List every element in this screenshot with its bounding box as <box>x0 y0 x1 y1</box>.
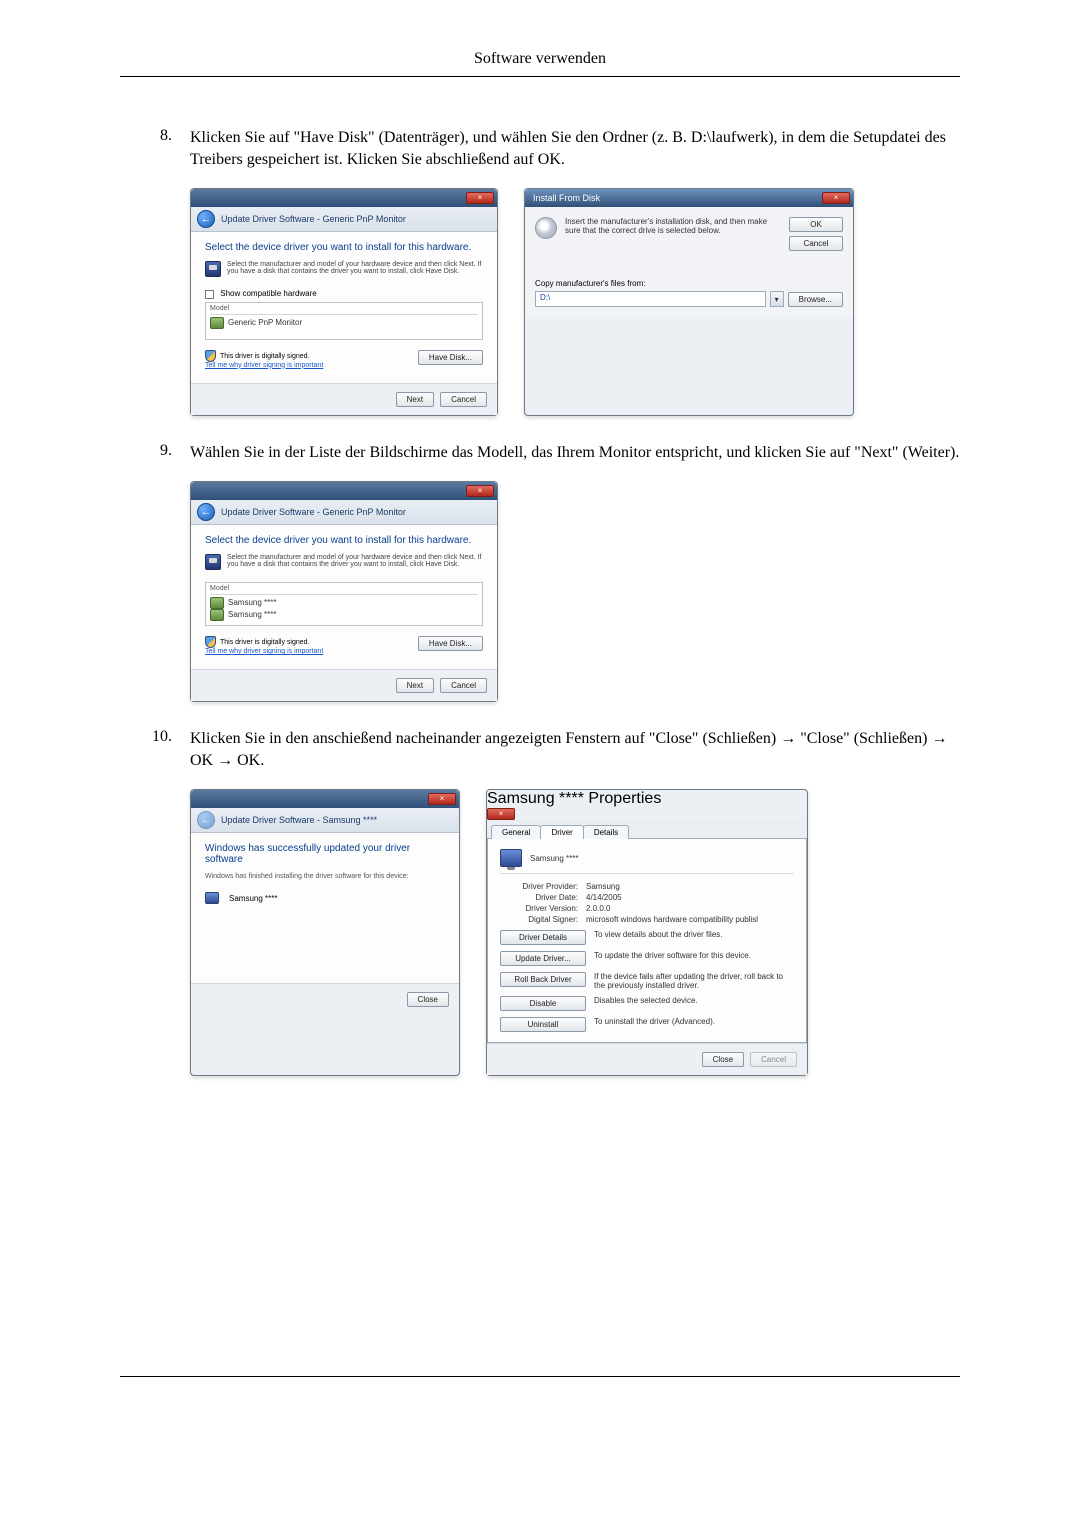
monitor-icon <box>205 892 219 904</box>
next-button[interactable]: Next <box>396 392 434 407</box>
back-icon[interactable]: ← <box>197 503 215 521</box>
breadcrumb: Update Driver Software - Generic PnP Mon… <box>221 214 406 224</box>
page-title: Software verwenden <box>120 50 960 77</box>
version-value: 2.0.0.0 <box>586 904 610 913</box>
date-value: 4/14/2005 <box>586 893 622 902</box>
device-name: Samsung **** <box>530 854 578 863</box>
install-instruction: Insert the manufacturer's installation d… <box>565 217 781 235</box>
signing-link[interactable]: Tell me why driver signing is important <box>205 362 323 369</box>
close-icon[interactable]: × <box>822 192 850 204</box>
floppy-icon <box>205 261 221 277</box>
dialog-title: Install From Disk <box>533 193 600 203</box>
model-list[interactable]: Model Generic PnP Monitor <box>205 302 483 340</box>
breadcrumb: Update Driver Software - Samsung **** <box>221 815 377 825</box>
compat-label: Show compatible hardware <box>220 289 317 298</box>
model-item[interactable]: Samsung **** <box>228 610 276 619</box>
breadcrumb: Update Driver Software - Generic PnP Mon… <box>221 507 406 517</box>
step-number: 9. <box>120 442 190 464</box>
have-disk-button[interactable]: Have Disk... <box>418 636 483 651</box>
have-disk-button[interactable]: Have Disk... <box>418 350 483 365</box>
dialog-title: Samsung **** Properties <box>487 790 661 807</box>
model-item[interactable]: Samsung **** <box>228 598 276 607</box>
signer-label: Digital Signer: <box>500 915 586 924</box>
next-button[interactable]: Next <box>396 678 434 693</box>
dialog-heading: Windows has successfully updated your dr… <box>205 843 445 865</box>
disable-button[interactable]: Disable <box>500 996 586 1011</box>
model-header: Model <box>210 585 478 595</box>
shield-icon <box>205 636 216 648</box>
model-item[interactable]: Generic PnP Monitor <box>228 318 302 327</box>
tab-driver[interactable]: Driver <box>540 825 583 839</box>
dialog-titlebar: × <box>191 189 497 207</box>
footer-rule <box>120 1376 960 1377</box>
tab-general[interactable]: General <box>491 825 541 839</box>
step-number: 10. <box>120 728 190 771</box>
rollback-driver-desc: If the device fails after updating the d… <box>594 972 794 990</box>
cancel-button[interactable]: Cancel <box>440 678 487 693</box>
update-success-dialog: × ← Update Driver Software - Samsung ***… <box>190 789 460 1076</box>
uninstall-desc: To uninstall the driver (Advanced). <box>594 1017 794 1026</box>
compat-checkbox[interactable] <box>205 290 214 299</box>
step-text: Klicken Sie auf "Have Disk" (Datenträger… <box>190 127 960 170</box>
back-icon: ← <box>197 811 215 829</box>
floppy-icon <box>205 554 221 570</box>
install-from-disk-dialog: Install From Disk × Insert the manufactu… <box>524 188 854 415</box>
close-button[interactable]: Close <box>702 1052 744 1067</box>
close-button[interactable]: Close <box>407 992 449 1007</box>
step-text: Wählen Sie in der Liste der Bildschirme … <box>190 442 960 464</box>
signing-link[interactable]: Tell me why driver signing is important <box>205 648 323 655</box>
close-icon[interactable]: × <box>487 808 515 820</box>
dialog-heading: Select the device driver you want to ins… <box>205 242 483 253</box>
version-label: Driver Version: <box>500 904 586 913</box>
browse-button[interactable]: Browse... <box>788 292 843 307</box>
disable-desc: Disables the selected device. <box>594 996 794 1005</box>
rollback-driver-button[interactable]: Roll Back Driver <box>500 972 586 987</box>
driver-details-button[interactable]: Driver Details <box>500 930 586 945</box>
monitor-icon <box>210 609 224 621</box>
cancel-button: Cancel <box>750 1052 797 1067</box>
close-icon[interactable]: × <box>466 192 494 204</box>
monitor-icon <box>500 849 522 867</box>
monitor-icon <box>210 317 224 329</box>
device-name: Samsung **** <box>229 894 277 903</box>
update-driver-dialog-2: × ← Update Driver Software - Generic PnP… <box>190 481 498 702</box>
model-list[interactable]: Model Samsung **** Samsung **** <box>205 582 483 626</box>
dialog-subtext: Select the manufacturer and model of you… <box>227 554 483 570</box>
ok-button[interactable]: OK <box>789 217 843 232</box>
dialog-heading: Select the device driver you want to ins… <box>205 535 483 546</box>
update-driver-button[interactable]: Update Driver... <box>500 951 586 966</box>
copy-from-label: Copy manufacturer's files from: <box>535 279 843 288</box>
date-label: Driver Date: <box>500 893 586 902</box>
step-text: Klicken Sie in den anschießend nacheinan… <box>190 728 960 771</box>
back-icon[interactable]: ← <box>197 210 215 228</box>
monitor-icon <box>210 597 224 609</box>
signer-value: microsoft windows hardware compatibility… <box>586 915 758 924</box>
chevron-down-icon[interactable]: ▾ <box>770 291 784 307</box>
close-icon[interactable]: × <box>466 485 494 497</box>
tab-details[interactable]: Details <box>583 825 629 839</box>
uninstall-button[interactable]: Uninstall <box>500 1017 586 1032</box>
disc-icon <box>535 217 557 239</box>
update-driver-desc: To update the driver software for this d… <box>594 951 794 960</box>
signed-text: This driver is digitally signed. <box>220 639 309 646</box>
step-number: 8. <box>120 127 190 170</box>
close-icon[interactable]: × <box>428 793 456 805</box>
signed-text: This driver is digitally signed. <box>220 352 309 359</box>
shield-icon <box>205 350 216 362</box>
cancel-button[interactable]: Cancel <box>789 236 843 251</box>
model-header: Model <box>210 305 478 315</box>
provider-label: Driver Provider: <box>500 882 586 891</box>
cancel-button[interactable]: Cancel <box>440 392 487 407</box>
provider-value: Samsung <box>586 882 620 891</box>
dialog-subtext: Windows has finished installing the driv… <box>205 873 445 880</box>
properties-dialog: Samsung **** Properties × General Driver… <box>486 789 808 1076</box>
dialog-subtext: Select the manufacturer and model of you… <box>227 261 483 277</box>
update-driver-dialog-1: × ← Update Driver Software - Generic PnP… <box>190 188 498 415</box>
path-input[interactable]: D:\ <box>535 291 766 307</box>
driver-details-desc: To view details about the driver files. <box>594 930 794 939</box>
